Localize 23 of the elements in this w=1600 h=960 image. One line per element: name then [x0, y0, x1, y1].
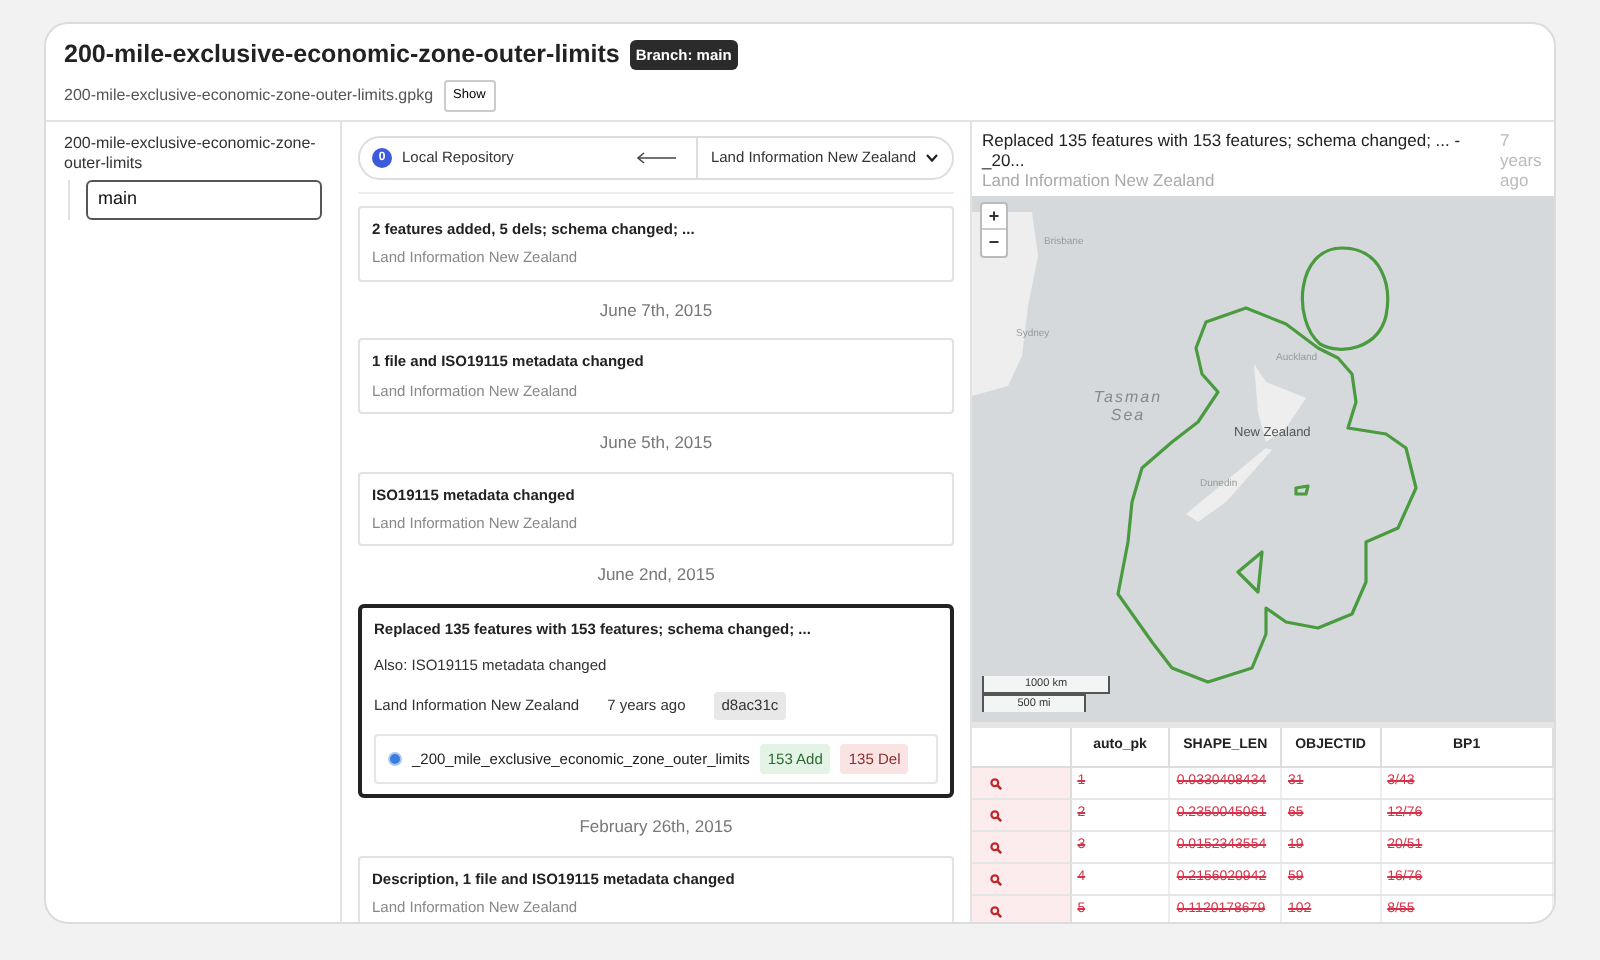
- branch-item[interactable]: main: [86, 180, 322, 219]
- repo-name: 200-mile-exclusive-economic-zone-outer-limits: [64, 134, 318, 174]
- chevron-down-icon: [926, 154, 938, 162]
- date-heading: February 26th, 2015: [577, 813, 735, 840]
- left-arrow-icon: [636, 152, 676, 164]
- zoom-out-button[interactable]: −: [982, 230, 1006, 256]
- commit-card[interactable]: [358, 603, 954, 798]
- commit-author: Land Information New Zealand: [982, 170, 1217, 190]
- file-name: 200-mile-exclusive-economic-zone-outer-limits.gpkg: [64, 83, 434, 108]
- commit-time: 7 years ago: [1500, 130, 1544, 190]
- map-label: Tasman Sea: [1091, 388, 1165, 424]
- search-icon[interactable]: [990, 809, 1002, 821]
- repo-title: 200-mile-exclusive-economic-zone-outer-limits: [64, 38, 620, 72]
- date-heading: June 7th, 2015: [597, 297, 715, 323]
- search-icon[interactable]: [990, 777, 1002, 789]
- date-heading: June 2nd, 2015: [595, 562, 717, 588]
- search-icon[interactable]: [990, 873, 1002, 885]
- search-icon[interactable]: [990, 905, 1002, 917]
- search-icon[interactable]: [990, 841, 1002, 853]
- radio-button[interactable]: [388, 751, 402, 766]
- commit-title: Replaced 135 features with 153 features; schema changed; ... - _20...: [982, 130, 1463, 170]
- date-heading: June 5th, 2015: [597, 429, 715, 456]
- zoom-in-button[interactable]: +: [982, 204, 1006, 230]
